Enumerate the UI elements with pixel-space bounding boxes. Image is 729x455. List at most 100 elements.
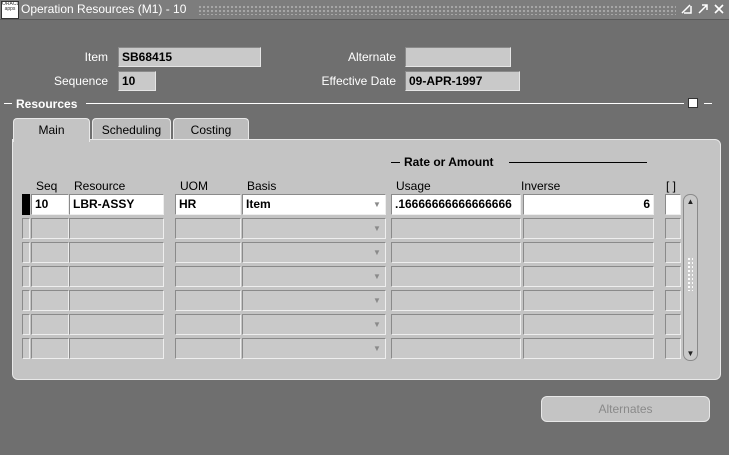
resource-cell[interactable]: LBR-ASSY [69,194,164,215]
column-header-inverse: Inverse [521,179,561,193]
flexfield-cell[interactable] [665,314,681,335]
scroll-down-icon[interactable]: ▼ [685,348,696,359]
chevron-down-icon[interactable]: ▼ [370,244,384,261]
section-divider [86,103,684,104]
chevron-down-icon[interactable]: ▼ [370,340,384,357]
tab-main[interactable]: Main [13,118,90,142]
uom-cell[interactable]: HR [175,194,241,215]
scroll-grip[interactable] [687,257,693,291]
chevron-down-icon[interactable]: ▼ [370,292,384,309]
uom-cell[interactable] [175,314,241,335]
flexfield-cell[interactable] [665,338,681,359]
alternate-field[interactable] [405,47,511,67]
flexfield-cell[interactable] [665,194,681,215]
basis-cell[interactable]: Item ▼ [242,194,386,215]
collapse-box-icon[interactable] [688,98,698,108]
title-bar-texture [198,5,676,15]
inverse-cell[interactable] [523,266,654,287]
inverse-cell[interactable]: 6 [523,194,654,215]
row-indicator[interactable] [22,266,30,287]
uom-value: HR [179,197,197,211]
column-header-flexfield: [ ] [666,179,677,193]
column-header-resource: Resource [74,179,126,193]
flexfield-cell[interactable] [665,266,681,287]
seq-cell[interactable] [31,218,69,239]
resource-cell[interactable] [69,290,164,311]
basis-cell[interactable]: ▼ [242,290,386,311]
vertical-scrollbar[interactable]: ▲ ▼ [683,194,698,361]
chevron-down-icon[interactable]: ▼ [370,196,384,213]
tab-costing[interactable]: Costing [173,118,249,140]
effective-date-label: Effective Date [321,74,396,88]
maximize-icon[interactable] [696,2,710,16]
usage-cell[interactable] [391,242,521,263]
usage-cell[interactable]: .16666666666666666 [391,194,521,215]
oracle-app-icon: ORACLE apps [1,1,19,19]
column-header-seq: Seq [36,179,58,193]
resource-cell[interactable] [69,338,164,359]
inverse-cell[interactable] [523,218,654,239]
uom-cell[interactable] [175,242,241,263]
row-indicator[interactable] [22,218,30,239]
sequence-field[interactable]: 10 [118,71,156,91]
column-header-basis: Basis [247,179,277,193]
usage-cell[interactable] [391,314,521,335]
flexfield-cell[interactable] [665,242,681,263]
usage-cell[interactable] [391,338,521,359]
minimize-icon[interactable] [680,2,694,16]
item-label: Item [84,50,108,64]
basis-cell[interactable]: ▼ [242,314,386,335]
basis-cell[interactable]: ▼ [242,338,386,359]
item-field[interactable]: SB68415 [118,47,261,67]
section-divider [4,103,12,104]
rate-or-amount-label: Rate or Amount [404,155,494,169]
seq-cell[interactable] [31,314,69,335]
uom-cell[interactable] [175,290,241,311]
row-indicator[interactable] [22,290,30,311]
flexfield-cell[interactable] [665,290,681,311]
row-indicator[interactable] [22,314,30,335]
basis-value: Item [246,197,271,211]
seq-cell[interactable] [31,242,69,263]
scroll-up-icon[interactable]: ▲ [685,196,696,207]
inverse-value: 6 [643,197,650,211]
inverse-cell[interactable] [523,314,654,335]
inverse-cell[interactable] [523,290,654,311]
row-indicator[interactable] [22,194,30,215]
inverse-cell[interactable] [523,242,654,263]
chevron-down-icon[interactable]: ▼ [370,316,384,333]
seq-cell[interactable] [31,266,69,287]
chevron-down-icon[interactable]: ▼ [370,268,384,285]
resource-cell[interactable] [69,266,164,287]
basis-cell[interactable]: ▼ [242,266,386,287]
row-indicator[interactable] [22,242,30,263]
resources-section-title: Resources [16,97,78,111]
seq-cell[interactable]: 10 [31,194,69,215]
usage-cell[interactable] [391,290,521,311]
tab-scheduling[interactable]: Scheduling [92,118,171,140]
chevron-down-icon[interactable]: ▼ [370,220,384,237]
uom-cell[interactable] [175,266,241,287]
resource-cell[interactable] [69,314,164,335]
window-title: Operation Resources (M1) - 10 [21,2,187,16]
effective-date-field[interactable]: 09-APR-1997 [405,71,520,91]
group-divider [391,162,400,163]
basis-cell[interactable]: ▼ [242,218,386,239]
alternates-button[interactable]: Alternates [541,396,710,422]
alternate-label: Alternate [347,50,396,64]
column-header-uom: UOM [180,179,208,193]
sequence-label: Sequence [53,74,108,88]
row-indicator[interactable] [22,338,30,359]
uom-cell[interactable] [175,218,241,239]
basis-cell[interactable]: ▼ [242,242,386,263]
inverse-cell[interactable] [523,338,654,359]
seq-cell[interactable] [31,290,69,311]
usage-cell[interactable] [391,266,521,287]
close-icon[interactable] [712,2,726,16]
resource-cell[interactable] [69,218,164,239]
resource-cell[interactable] [69,242,164,263]
seq-cell[interactable] [31,338,69,359]
flexfield-cell[interactable] [665,218,681,239]
uom-cell[interactable] [175,338,241,359]
usage-cell[interactable] [391,218,521,239]
